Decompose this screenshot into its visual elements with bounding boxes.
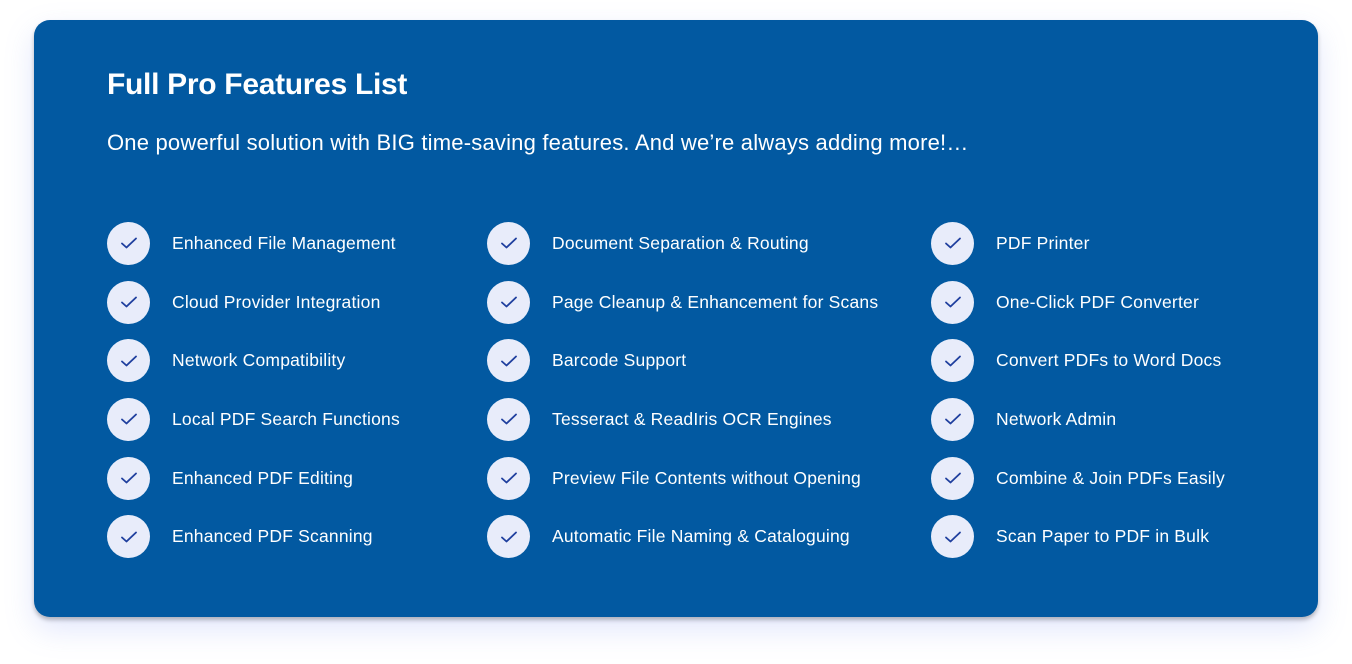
- feature-label: Scan Paper to PDF in Bulk: [996, 526, 1210, 547]
- check-icon: [487, 280, 530, 324]
- feature-label: Network Admin: [996, 408, 1117, 429]
- check-icon: [487, 515, 530, 559]
- feature-label: Convert PDFs to Word Docs: [996, 350, 1222, 371]
- feature-label: Document Separation & Routing: [552, 232, 809, 253]
- feature-item: Barcode Support: [487, 331, 878, 390]
- feature-item: Page Cleanup & Enhancement for Scans: [487, 273, 878, 332]
- feature-label: Enhanced PDF Scanning: [172, 526, 373, 547]
- feature-column-2: Document Separation & Routing Page Cleanu…: [487, 214, 878, 566]
- page-title: Full Pro Features List: [107, 68, 408, 101]
- subtitle: One powerful solution with BIG time-savi…: [107, 130, 969, 155]
- feature-label: PDF Printer: [996, 232, 1090, 253]
- feature-label: Network Compatibility: [172, 350, 346, 371]
- feature-item: Network Admin: [931, 390, 1225, 449]
- feature-item: Preview File Contents without Opening: [487, 449, 878, 508]
- check-icon: [107, 456, 150, 500]
- feature-item: Combine & Join PDFs Easily: [931, 449, 1225, 508]
- features-card: Full Pro Features List One powerful solu…: [34, 20, 1318, 617]
- check-icon: [487, 221, 530, 265]
- feature-item: Automatic File Naming & Cataloguing: [487, 507, 878, 566]
- feature-item: Enhanced PDF Editing: [107, 449, 400, 508]
- feature-item: Enhanced File Management: [107, 214, 400, 273]
- feature-item: Local PDF Search Functions: [107, 390, 400, 449]
- feature-label: Local PDF Search Functions: [172, 408, 400, 429]
- check-icon: [107, 280, 150, 324]
- feature-item: PDF Printer: [931, 214, 1225, 273]
- feature-label: Combine & Join PDFs Easily: [996, 467, 1225, 488]
- check-icon: [931, 397, 974, 441]
- feature-label: Barcode Support: [552, 350, 687, 371]
- check-icon: [931, 280, 974, 324]
- check-icon: [107, 515, 150, 559]
- feature-label: Page Cleanup & Enhancement for Scans: [552, 291, 879, 312]
- check-icon: [487, 456, 530, 500]
- feature-item: Enhanced PDF Scanning: [107, 507, 400, 566]
- check-icon: [107, 221, 150, 265]
- feature-label: Preview File Contents without Opening: [552, 467, 861, 488]
- check-icon: [931, 221, 974, 265]
- check-icon: [487, 397, 530, 441]
- feature-item: One-Click PDF Converter: [931, 273, 1225, 332]
- feature-label: Enhanced PDF Editing: [172, 467, 354, 488]
- feature-label: Tesseract & ReadIris OCR Engines: [552, 408, 832, 429]
- check-icon: [931, 339, 974, 383]
- feature-item: Network Compatibility: [107, 331, 400, 390]
- feature-item: Scan Paper to PDF in Bulk: [931, 507, 1225, 566]
- feature-label: Automatic File Naming & Cataloguing: [552, 526, 850, 547]
- check-icon: [107, 397, 150, 441]
- feature-item: Cloud Provider Integration: [107, 273, 400, 332]
- feature-label: One-Click PDF Converter: [996, 291, 1199, 312]
- feature-column-3: PDF Printer One-Click PDF Converter Conver…: [931, 214, 1225, 566]
- feature-label: Cloud Provider Integration: [172, 291, 381, 312]
- feature-item: Convert PDFs to Word Docs: [931, 331, 1225, 390]
- check-icon: [931, 515, 974, 559]
- feature-label: Enhanced File Management: [172, 232, 396, 253]
- feature-column-1: Enhanced File Management Cloud Provider I…: [107, 214, 400, 566]
- feature-item: Document Separation & Routing: [487, 214, 878, 273]
- check-icon: [487, 339, 530, 383]
- check-icon: [931, 456, 974, 500]
- check-icon: [107, 339, 150, 383]
- feature-item: Tesseract & ReadIris OCR Engines: [487, 390, 878, 449]
